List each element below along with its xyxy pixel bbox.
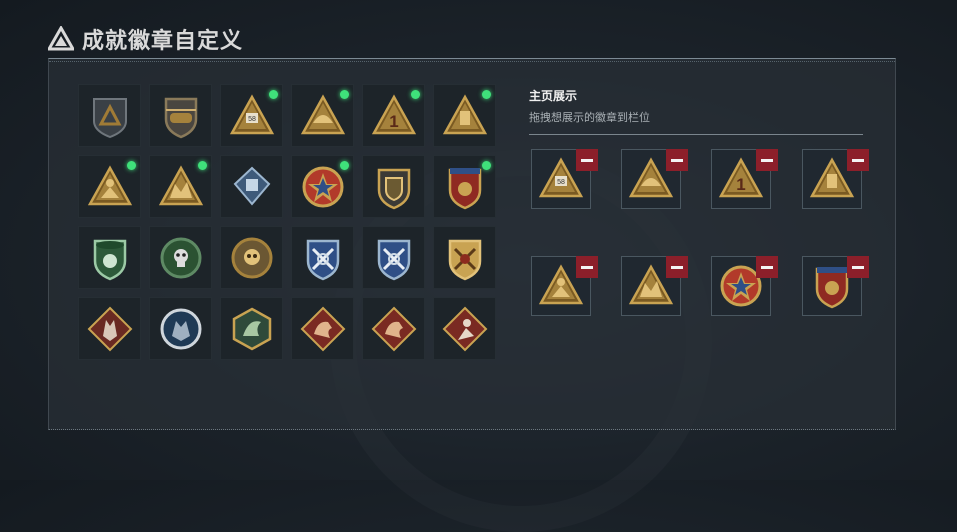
red-soldier-diamond-badge-icon <box>442 306 487 351</box>
showcase-slot[interactable] <box>711 256 778 316</box>
header: 成就徽章自定义 <box>48 22 243 56</box>
remove-badge-button[interactable] <box>576 149 598 171</box>
showcase-slot[interactable] <box>621 149 688 209</box>
game-logo-icon <box>48 26 74 51</box>
remove-badge-button[interactable] <box>756 256 778 278</box>
badge-panel: 58 1 主页展示 拖拽想展示的徽章到栏位 58 1 <box>48 58 896 430</box>
svg-text:58: 58 <box>557 179 565 186</box>
new-indicator-dot <box>482 161 491 170</box>
badge-cell[interactable] <box>291 84 354 147</box>
badge-cell[interactable] <box>362 297 425 360</box>
triangle-helmet-badge-icon <box>300 93 345 134</box>
showcase-slot[interactable] <box>802 256 869 316</box>
badge-cell[interactable]: 1 <box>362 84 425 147</box>
showcase-slot[interactable] <box>621 256 688 316</box>
remove-badge-button[interactable] <box>847 149 869 171</box>
showcase-title: 主页展示 <box>529 89 578 103</box>
badge-cell[interactable] <box>291 226 354 289</box>
badge-cell[interactable] <box>149 84 212 147</box>
homepage-showcase: 主页展示 拖拽想展示的徽章到栏位 <box>529 87 863 135</box>
badge-cell[interactable] <box>78 84 141 147</box>
badge-cell[interactable] <box>78 226 141 289</box>
blue-crossed-rifles-badge-icon <box>306 239 339 280</box>
new-indicator-dot <box>127 161 136 170</box>
badge-cell[interactable] <box>220 155 283 218</box>
badge-cell[interactable] <box>362 226 425 289</box>
green-skull-badge-icon <box>160 237 201 278</box>
showcase-slot[interactable]: 58 <box>531 149 598 209</box>
crest-shield-badge-icon <box>448 167 481 209</box>
badge-cell[interactable] <box>433 297 496 360</box>
showcase-slot[interactable]: 1 <box>711 149 778 209</box>
gold-shield-badge-icon <box>377 168 410 209</box>
green-dragon-hexagon-badge-icon <box>232 307 271 350</box>
red-dragon-diamond-badge-icon <box>300 306 345 351</box>
badge-cell[interactable]: 58 <box>220 84 283 147</box>
badge-cell[interactable] <box>78 297 141 360</box>
blue-diamond-badge-icon <box>233 166 270 206</box>
badge-cell[interactable] <box>291 155 354 218</box>
new-indicator-dot <box>198 161 207 170</box>
gold-crossed-rifles-badge-icon <box>448 239 481 280</box>
red-beast-diamond-badge-icon <box>371 306 416 351</box>
remove-badge-button[interactable] <box>666 149 688 171</box>
remove-badge-button[interactable] <box>756 149 778 171</box>
showcase-slot[interactable] <box>802 149 869 209</box>
remove-badge-button[interactable] <box>576 256 598 278</box>
red-wolf-diamond-badge-icon <box>87 306 132 351</box>
badge-cell[interactable] <box>433 226 496 289</box>
new-indicator-dot <box>269 90 278 99</box>
page-title: 成就徽章自定义 <box>82 28 244 53</box>
badge-cell[interactable] <box>149 226 212 289</box>
badge-cell[interactable] <box>78 155 141 218</box>
showcase-slot[interactable] <box>531 256 598 316</box>
blue-wolf-circle-badge-icon <box>160 308 201 349</box>
triangle-squad-badge-icon <box>158 164 203 205</box>
badge-cell[interactable] <box>149 297 212 360</box>
blue-wreath-rifles-badge-icon <box>377 239 410 280</box>
triangle-canister-badge-icon <box>442 93 487 134</box>
badge-cell[interactable] <box>220 226 283 289</box>
remove-badge-button[interactable] <box>847 256 869 278</box>
badge-cell[interactable] <box>433 155 496 218</box>
badge-cell[interactable] <box>291 297 354 360</box>
showcase-subtitle: 拖拽想展示的徽章到栏位 <box>529 112 650 124</box>
badge-grid: 58 1 <box>78 84 496 360</box>
star-medal-badge-icon <box>302 166 343 207</box>
triangle-58-badge-icon: 58 <box>229 93 274 134</box>
panel-divider <box>49 61 895 63</box>
grey-shield-badge-icon <box>92 97 127 138</box>
showcase-divider <box>529 134 863 135</box>
svg-text:58: 58 <box>248 116 256 123</box>
gold-skull-badge-icon <box>231 237 272 278</box>
badge-cell[interactable] <box>433 84 496 147</box>
new-indicator-dot <box>482 90 491 99</box>
badge-cell[interactable] <box>362 155 425 218</box>
new-indicator-dot <box>340 90 349 99</box>
helicopter-shield-badge-icon <box>164 97 197 138</box>
badge-cell[interactable] <box>220 297 283 360</box>
badge-cell[interactable] <box>149 155 212 218</box>
triangle-number-one-badge-icon: 1 <box>371 93 416 134</box>
svg-text:1: 1 <box>389 112 398 131</box>
svg-text:1: 1 <box>736 175 745 194</box>
triangle-soldier-badge-icon <box>87 164 132 205</box>
remove-badge-button[interactable] <box>666 256 688 278</box>
new-indicator-dot <box>411 90 420 99</box>
new-indicator-dot <box>340 161 349 170</box>
green-beret-shield-badge-icon <box>93 239 126 280</box>
